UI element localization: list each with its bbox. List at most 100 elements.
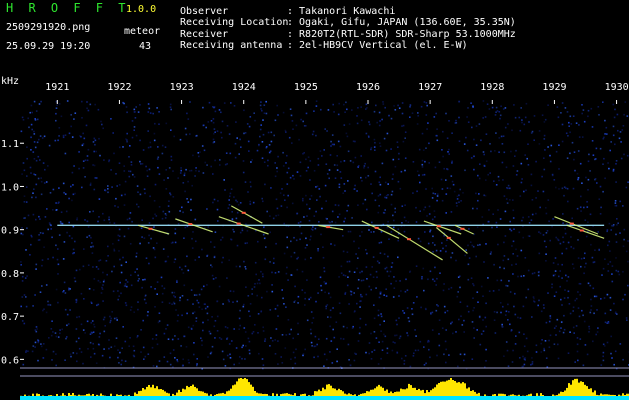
noise-pixel (148, 168, 151, 171)
noise-pixel (162, 248, 165, 250)
noise-pixel (388, 275, 390, 277)
noise-pixel (584, 266, 586, 268)
noise-pixel (409, 116, 411, 118)
noise-pixel (379, 183, 382, 186)
noise-pixel (158, 173, 161, 175)
noise-pixel (142, 149, 145, 151)
noise-pixel (384, 335, 387, 338)
noise-pixel (435, 309, 438, 312)
noise-pixel (354, 156, 357, 159)
noise-pixel (403, 359, 406, 362)
noise-pixel (459, 353, 462, 356)
noise-pixel (336, 164, 339, 167)
noise-pixel (33, 141, 36, 143)
noise-pixel (118, 362, 120, 364)
noise-pixel (122, 326, 124, 328)
noise-pixel (146, 169, 148, 172)
noise-pixel (117, 239, 120, 242)
noise-pixel (320, 233, 322, 236)
noise-pixel (469, 241, 472, 243)
antenna-key: Receiving antenna (180, 40, 283, 51)
noise-pixel (579, 338, 582, 340)
noise-pixel (511, 264, 513, 266)
noise-pixel (165, 328, 167, 330)
noise-pixel (421, 159, 424, 162)
noise-pixel (218, 285, 221, 288)
noise-pixel (137, 308, 139, 311)
noise-pixel (260, 310, 262, 313)
noise-pixel (541, 175, 543, 178)
noise-pixel (101, 286, 103, 289)
noise-pixel (582, 364, 585, 367)
noise-pixel (175, 309, 177, 311)
noise-pixel (129, 145, 131, 147)
noise-pixel (569, 331, 571, 333)
noise-pixel (409, 104, 412, 106)
noise-pixel (390, 117, 393, 120)
noise-pixel (445, 212, 447, 214)
noise-pixel (520, 249, 523, 252)
noise-pixel (434, 216, 436, 218)
noise-pixel (523, 357, 526, 359)
noise-pixel (147, 311, 149, 313)
noise-pixel (380, 330, 382, 332)
noise-pixel (508, 311, 510, 313)
noise-pixel (492, 290, 495, 292)
noise-pixel (559, 270, 561, 272)
noise-pixel (70, 355, 72, 358)
noise-pixel (482, 330, 485, 332)
noise-pixel (242, 160, 245, 162)
noise-pixel (237, 203, 240, 206)
noise-pixel (223, 179, 225, 181)
noise-pixel (251, 288, 253, 290)
noise-pixel (522, 216, 524, 219)
noise-pixel (324, 291, 326, 294)
noise-pixel (325, 307, 327, 310)
noise-pixel (126, 111, 128, 114)
noise-pixel (125, 261, 127, 263)
noise-pixel (70, 185, 72, 188)
noise-pixel (473, 284, 475, 287)
noise-pixel (212, 201, 214, 204)
noise-pixel (254, 261, 257, 264)
noise-pixel (397, 158, 400, 160)
noise-pixel (292, 337, 294, 340)
noise-pixel (365, 103, 368, 106)
noise-pixel (282, 297, 284, 300)
noise-pixel (482, 295, 484, 297)
noise-pixel (312, 130, 315, 133)
noise-pixel (23, 217, 25, 219)
noise-pixel (249, 303, 252, 305)
noise-pixel (177, 314, 179, 317)
noise-pixel (257, 313, 260, 315)
noise-pixel (407, 317, 410, 319)
noise-pixel (238, 153, 240, 155)
noise-pixel (357, 107, 359, 109)
noise-pixel (63, 191, 65, 194)
noise-pixel (176, 320, 179, 322)
noise-pixel (393, 276, 395, 278)
noise-pixel (80, 323, 83, 326)
noise-pixel (154, 256, 157, 259)
noise-pixel (32, 192, 34, 194)
noise-pixel (514, 116, 517, 119)
noise-pixel (206, 312, 209, 315)
noise-pixel (438, 344, 441, 347)
noise-pixel (311, 322, 313, 324)
noise-pixel (128, 156, 130, 158)
noise-pixel (506, 202, 509, 204)
noise-pixel (38, 103, 41, 105)
noise-pixel (266, 290, 268, 293)
noise-pixel (221, 261, 223, 264)
noise-pixel (286, 246, 289, 249)
noise-pixel (523, 190, 525, 193)
noise-pixel (572, 306, 575, 309)
noise-pixel (51, 320, 53, 322)
noise-pixel (116, 185, 118, 187)
receiver-key: Receiver (180, 29, 229, 40)
noise-pixel (49, 304, 52, 306)
noise-pixel (352, 161, 355, 164)
noise-pixel (580, 195, 582, 198)
noise-pixel (480, 285, 483, 288)
noise-pixel (169, 352, 172, 355)
